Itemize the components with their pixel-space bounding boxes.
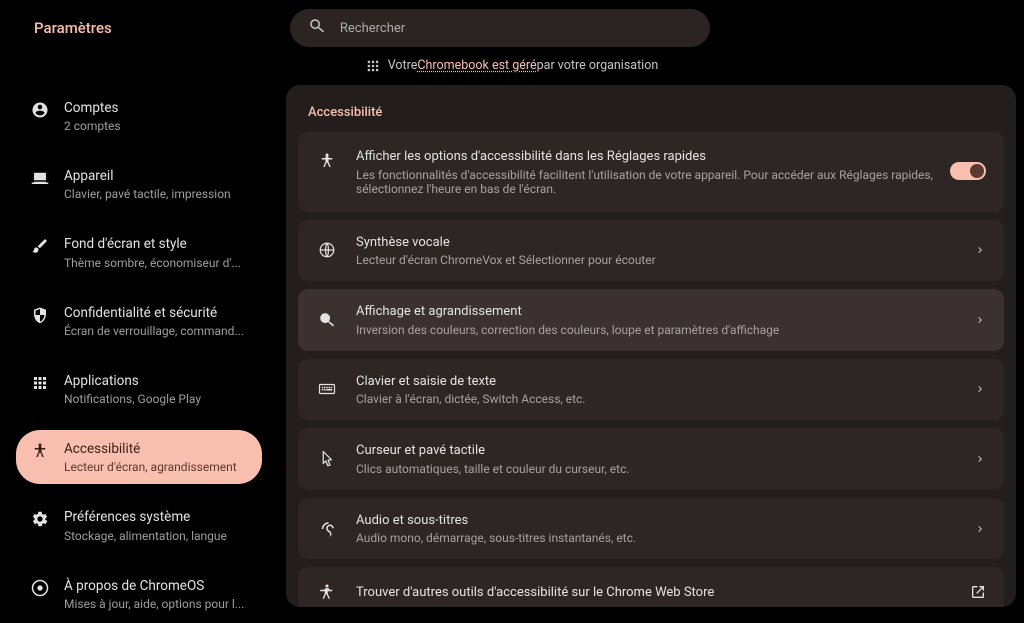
sidebar-item-label: Appareil xyxy=(64,167,231,185)
page-title: Paramètres xyxy=(34,19,112,37)
sidebar-item-sublabel: Stockage, alimentation, langue xyxy=(64,529,227,543)
chevron-right-icon xyxy=(974,244,986,256)
row-tts[interactable]: Synthèse vocaleLecteur d'écran ChromeVox… xyxy=(298,220,1004,282)
sidebar-item-sublabel: Écran de verrouillage, command... xyxy=(64,324,244,338)
accessibility-icon xyxy=(30,441,50,461)
sidebar-item-sublabel: Lecteur d'écran, agrandissement xyxy=(64,460,237,474)
row-quick-settings-toggle[interactable]: Afficher les options d'accessibilité dan… xyxy=(298,132,1004,212)
brush-icon xyxy=(30,236,50,256)
chevron-right-icon xyxy=(974,523,986,535)
row-display-magnification[interactable]: Affichage et agrandissement Inversion des… xyxy=(298,289,1004,351)
accessibility-new-icon xyxy=(316,581,338,603)
search-wrap xyxy=(112,9,888,47)
sidebar-item-label: Préférences système xyxy=(64,508,227,526)
enterprise-icon xyxy=(366,59,380,73)
managed-banner: Votre Chromebook est géré par votre orga… xyxy=(0,56,1024,81)
open-external-icon xyxy=(970,584,986,600)
row-sublabel: Audio mono, démarrage, sous-titres insta… xyxy=(356,531,974,545)
row-label: Clavier et saisie de texte xyxy=(356,373,974,391)
row-webstore[interactable]: Trouver d'autres outils d'accessibilité … xyxy=(298,567,1004,607)
chevron-right-icon xyxy=(974,453,986,465)
sidebar-item-sublabel: Thème sombre, économiseur d'... xyxy=(64,256,241,270)
chevron-right-icon xyxy=(974,383,986,395)
globe-icon xyxy=(316,239,338,261)
toggle-on[interactable] xyxy=(950,162,986,180)
accessibility-icon xyxy=(316,150,338,172)
search-icon xyxy=(308,17,326,39)
laptop-icon xyxy=(30,168,50,188)
row-label: Affichage et agrandissement xyxy=(356,303,974,321)
account-icon xyxy=(30,100,50,120)
hearing-icon xyxy=(316,518,338,540)
row-label: Trouver d'autres outils d'accessibilité … xyxy=(356,584,970,602)
sidebar: Comptes 2 comptes Appareil Clavier, pavé t… xyxy=(8,85,270,607)
search-input[interactable] xyxy=(340,21,692,36)
sidebar-item-system[interactable]: Préférences système Stockage, alimentatio… xyxy=(16,498,262,552)
sidebar-item-label: Applications xyxy=(64,372,201,390)
row-keyboard[interactable]: Clavier et saisie de texteClavier à l'éc… xyxy=(298,359,1004,421)
gear-icon xyxy=(30,509,50,529)
row-label: Afficher les options d'accessibilité dan… xyxy=(356,148,950,166)
banner-suffix: par votre organisation xyxy=(537,58,659,73)
row-label: Audio et sous-titres xyxy=(356,512,974,530)
apps-icon xyxy=(30,373,50,393)
rows: Afficher les options d'accessibilité dan… xyxy=(286,132,1016,607)
shield-icon xyxy=(30,305,50,325)
section-title: Accessibilité xyxy=(286,105,1016,132)
cursor-icon xyxy=(316,448,338,470)
row-cursor[interactable]: Curseur et pavé tactile Clics automatique… xyxy=(298,428,1004,490)
sidebar-item-accessibility[interactable]: Accessibilité Lecteur d'écran, agrandisse… xyxy=(16,430,262,484)
row-sublabel: Lecteur d'écran ChromeVox et Sélectionne… xyxy=(356,253,974,267)
sidebar-item-label: À propos de ChromeOS xyxy=(64,577,244,595)
row-sublabel: Inversion des couleurs, correction des c… xyxy=(356,323,974,337)
sidebar-item-accounts[interactable]: Comptes 2 comptes xyxy=(16,89,262,143)
sidebar-item-about[interactable]: À propos de ChromeOS Mises à jour, aide, … xyxy=(16,567,262,621)
sidebar-item-device[interactable]: Appareil Clavier, pavé tactile, impressio… xyxy=(16,157,262,211)
sidebar-item-sublabel: 2 comptes xyxy=(64,119,121,133)
sidebar-item-privacy[interactable]: Confidentialité et sécurité Écran de verr… xyxy=(16,294,262,348)
sidebar-item-label: Accessibilité xyxy=(64,440,237,458)
main: Comptes 2 comptes Appareil Clavier, pavé t… xyxy=(0,85,1024,623)
row-audio[interactable]: Audio et sous-titresAudio mono, démarrag… xyxy=(298,498,1004,560)
row-sublabel: Les fonctionnalités d'accessibilité faci… xyxy=(356,168,950,196)
sidebar-item-wallpaper[interactable]: Fond d'écran et style Thème sombre, écono… xyxy=(16,225,262,279)
sidebar-item-sublabel: Mises à jour, aide, options pour l... xyxy=(64,597,244,611)
chevron-right-icon xyxy=(974,314,986,326)
sidebar-item-label: Confidentialité et sécurité xyxy=(64,304,244,322)
sidebar-item-apps[interactable]: Applications Notifications, Google Play xyxy=(16,362,262,416)
keyboard-icon xyxy=(316,378,338,400)
sidebar-item-sublabel: Clavier, pavé tactile, impression xyxy=(64,187,231,201)
sidebar-item-label: Fond d'écran et style xyxy=(64,235,241,253)
row-label: Synthèse vocale xyxy=(356,234,974,252)
topbar: Paramètres xyxy=(0,0,1024,56)
row-sublabel: Clavier à l'écran, dictée, Switch Access… xyxy=(356,392,974,406)
managed-link[interactable]: Chromebook est géré xyxy=(417,58,536,73)
sidebar-item-label: Comptes xyxy=(64,99,121,117)
content-panel: Accessibilité Afficher les options d'acc… xyxy=(286,85,1016,607)
banner-prefix: Votre xyxy=(388,58,418,73)
row-label: Curseur et pavé tactile xyxy=(356,442,974,460)
zoom-in-icon xyxy=(316,309,338,331)
sidebar-item-sublabel: Notifications, Google Play xyxy=(64,392,201,406)
search-bar[interactable] xyxy=(290,9,710,47)
row-sublabel: Clics automatiques, taille et couleur du… xyxy=(356,462,974,476)
chrome-icon xyxy=(30,578,50,598)
